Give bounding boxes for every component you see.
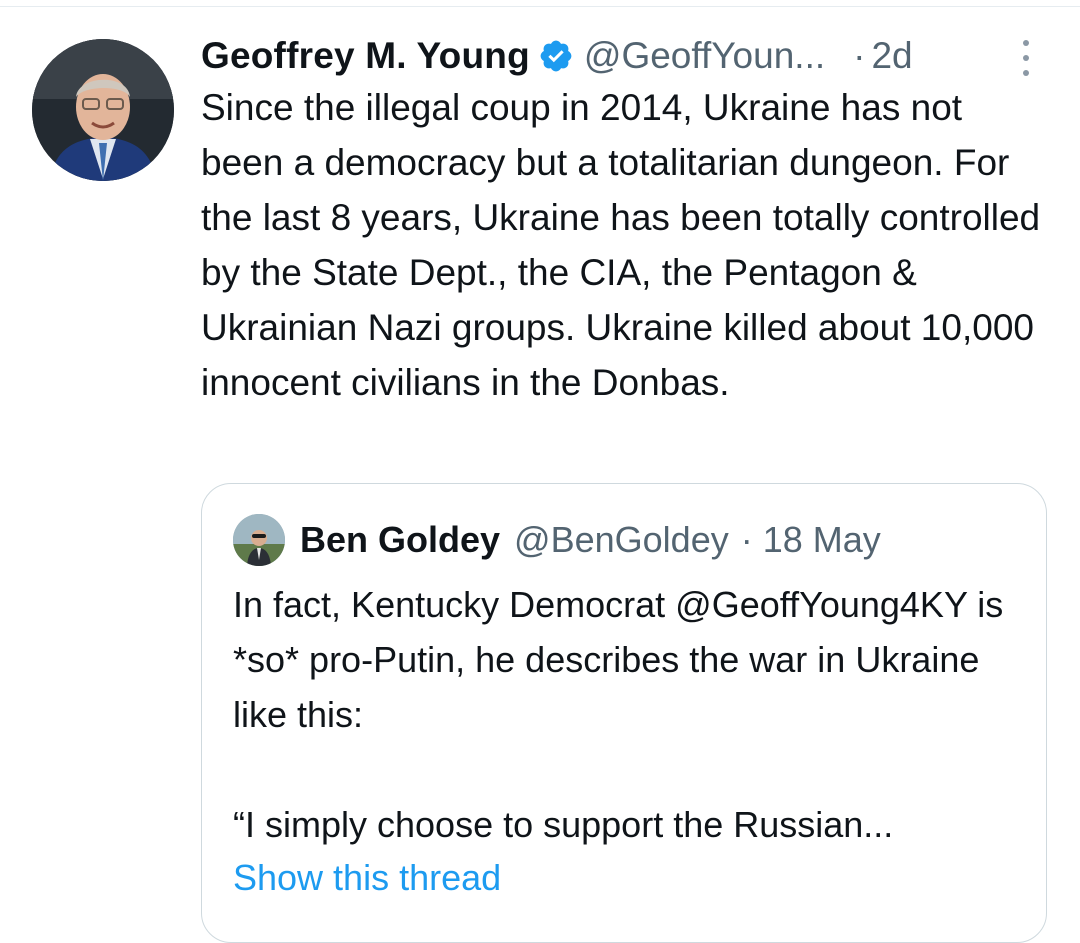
- verified-badge-icon: [538, 38, 574, 74]
- separator-dot: ·: [853, 35, 866, 76]
- quoted-separator-dot: ·: [740, 519, 753, 560]
- tweet-timestamp[interactable]: 2d: [871, 35, 912, 77]
- author-avatar[interactable]: [32, 39, 174, 181]
- tweet-header: Geoffrey M. Young @GeoffYoun... · 2d: [201, 24, 1051, 88]
- avatar-photo-icon: [32, 39, 174, 181]
- quoted-tweet-header: Ben Goldey @BenGoldey · 18 May: [233, 514, 881, 566]
- quoted-tweet-card[interactable]: Ben Goldey @BenGoldey · 18 May In fact, …: [201, 483, 1047, 943]
- tweet-body: Geoffrey M. Young @GeoffYoun... · 2d Sin…: [201, 24, 1051, 410]
- quoted-author-avatar[interactable]: [233, 514, 285, 566]
- more-dot: [1023, 70, 1029, 76]
- tweet-text: Since the illegal coup in 2014, Ukraine …: [201, 87, 1041, 403]
- author-handle[interactable]: @GeoffYoun...: [584, 35, 825, 77]
- more-dot: [1023, 55, 1029, 61]
- more-vertical-icon[interactable]: [1013, 38, 1039, 78]
- quoted-avatar-photo-icon: [233, 514, 285, 566]
- more-dot: [1023, 40, 1029, 46]
- quoted-author-name[interactable]: Ben Goldey: [300, 519, 500, 561]
- quoted-tweet-timestamp[interactable]: 18 May: [763, 519, 881, 561]
- quoted-author-handle[interactable]: @BenGoldey: [514, 519, 729, 561]
- author-name[interactable]: Geoffrey M. Young: [201, 35, 530, 77]
- show-thread-link[interactable]: Show this thread: [233, 857, 501, 899]
- top-divider: [0, 0, 1080, 7]
- quoted-tweet-text: In fact, Kentucky Democrat @GeoffYoung4K…: [233, 584, 1004, 845]
